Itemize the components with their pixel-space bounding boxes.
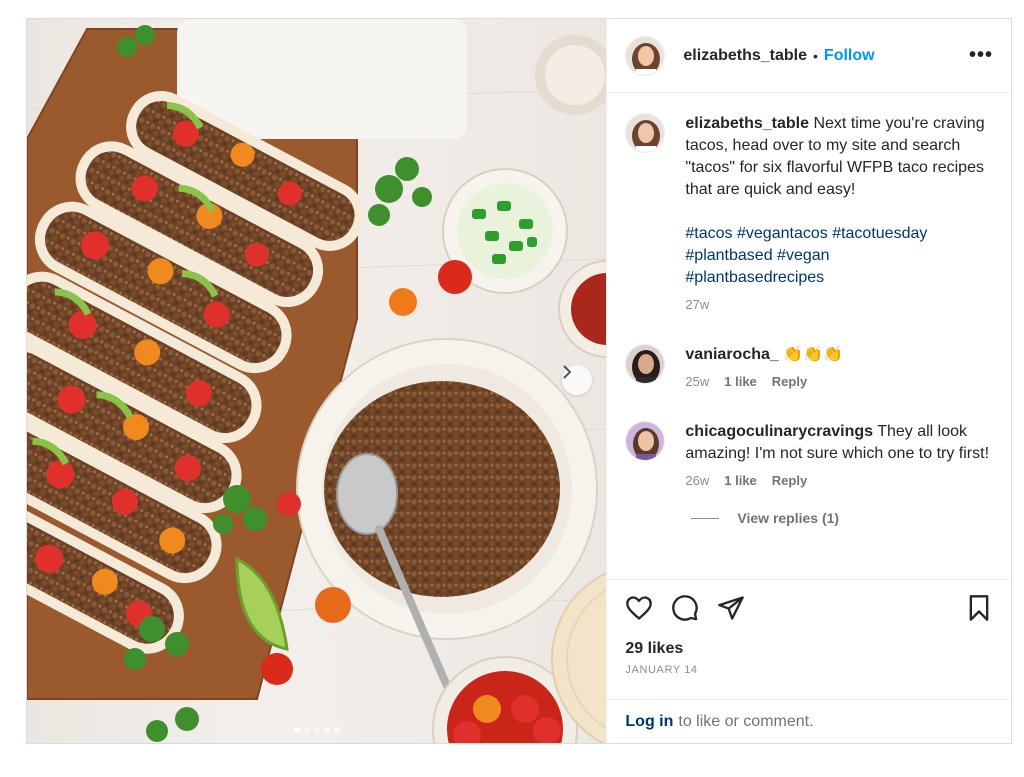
login-text: to like or comment.: [678, 712, 814, 730]
comment: vaniarocha_ 👏👏👏 25w 1 like Reply: [625, 344, 993, 389]
comment: chicagoculinarycravings They all look am…: [625, 421, 993, 488]
hashtag[interactable]: #vegan: [777, 247, 830, 264]
profile-photo-icon: [626, 36, 665, 75]
caption-text: elizabeths_table Next time you're cravin…: [685, 113, 993, 201]
chevron-right-icon: [563, 365, 572, 379]
view-replies-label: View replies (1): [737, 510, 840, 526]
more-options-icon[interactable]: •••: [969, 44, 993, 67]
hashtag[interactable]: #plantbased: [685, 247, 772, 264]
post-date[interactable]: JANUARY 14: [625, 664, 993, 676]
comment-username[interactable]: chicagoculinarycravings: [685, 423, 873, 440]
likes-count[interactable]: 29 likes: [625, 640, 993, 658]
hashtag[interactable]: #tacotuesday: [832, 225, 927, 242]
author-avatar[interactable]: [625, 35, 666, 76]
post-photo[interactable]: [27, 19, 607, 743]
hashtag[interactable]: #plantbasedrecipes: [685, 269, 824, 286]
comment-icon[interactable]: [671, 594, 699, 622]
share-icon[interactable]: [717, 594, 745, 622]
login-prompt: Log in to like or comment.: [607, 699, 1011, 743]
profile-photo-icon: [626, 114, 665, 152]
carousel-dot: [293, 727, 300, 733]
caption-avatar[interactable]: [625, 113, 666, 153]
commenter-avatar[interactable]: [625, 344, 666, 384]
comment-username[interactable]: vaniarocha_: [685, 346, 778, 363]
post-sidebar: elizabeths_table • Follow ••• elizabeths…: [606, 19, 1011, 743]
hashtags: #tacos #vegantacos #tacotuesday #plantba…: [685, 223, 993, 289]
actions-section: 29 likes JANUARY 14: [607, 579, 1011, 699]
post-header: elizabeths_table • Follow •••: [607, 19, 1011, 93]
comment-age[interactable]: 26w: [685, 473, 709, 488]
instagram-post: elizabeths_table • Follow ••• elizabeths…: [26, 18, 1012, 744]
login-link[interactable]: Log in: [625, 713, 673, 731]
hashtag[interactable]: #vegantacos: [737, 225, 828, 242]
comment-meta: 25w 1 like Reply: [685, 374, 993, 389]
reply-button[interactable]: Reply: [772, 473, 807, 488]
carousel-dot: [303, 727, 310, 733]
caption-meta: 27w: [685, 297, 993, 312]
comment-message: 👏👏👏: [783, 346, 844, 363]
comment-text: chicagoculinarycravings They all look am…: [685, 421, 993, 465]
separator-dot: •: [813, 47, 818, 64]
carousel-dot: [323, 727, 330, 733]
bookmark-icon[interactable]: [965, 594, 993, 622]
hashtag[interactable]: #tacos: [685, 225, 732, 242]
author-username[interactable]: elizabeths_table: [683, 47, 807, 65]
follow-button[interactable]: Follow: [824, 47, 875, 65]
comment-body: vaniarocha_ 👏👏👏 25w 1 like Reply: [685, 344, 993, 389]
caption-username[interactable]: elizabeths_table: [685, 115, 809, 132]
carousel-dot: [333, 727, 340, 733]
profile-photo-icon: [626, 422, 665, 460]
profile-photo-icon: [626, 345, 665, 383]
comment-meta: 26w 1 like Reply: [685, 473, 993, 488]
replies-divider: [691, 517, 720, 519]
comment-likes[interactable]: 1 like: [724, 374, 757, 389]
comment-text: vaniarocha_ 👏👏👏: [685, 344, 993, 366]
comment-body: chicagoculinarycravings They all look am…: [685, 421, 993, 488]
action-bar: [625, 594, 993, 622]
comment-age[interactable]: 25w: [685, 374, 709, 389]
caption-body: elizabeths_table Next time you're cravin…: [685, 113, 993, 312]
caption-age[interactable]: 27w: [685, 297, 709, 312]
tacos-illustration: [27, 19, 607, 743]
carousel-dots: [27, 727, 606, 733]
commenter-avatar[interactable]: [625, 421, 666, 461]
heart-icon[interactable]: [625, 594, 653, 622]
comments-section: elizabeths_table Next time you're cravin…: [607, 93, 1011, 579]
reply-button[interactable]: Reply: [772, 374, 807, 389]
next-photo-button[interactable]: [562, 365, 592, 395]
carousel-dot: [313, 727, 320, 733]
caption: elizabeths_table Next time you're cravin…: [625, 113, 993, 312]
view-replies-button[interactable]: View replies (1): [691, 510, 993, 526]
comment-likes[interactable]: 1 like: [724, 473, 757, 488]
